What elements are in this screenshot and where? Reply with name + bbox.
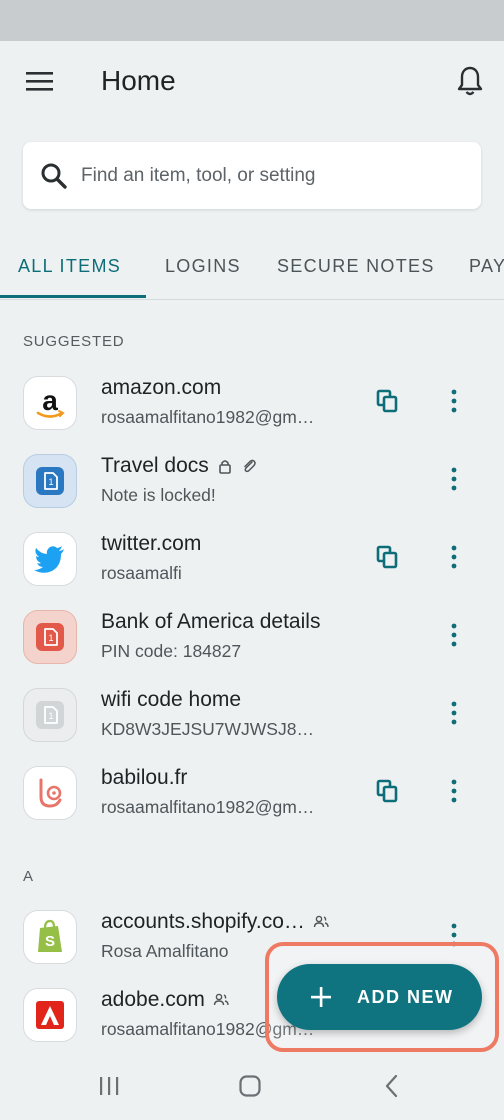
app-bar: Home bbox=[0, 41, 504, 121]
list-item-travel-docs[interactable]: 1 Travel docs Note is locked! bbox=[0, 448, 504, 526]
more-options-button[interactable] bbox=[440, 383, 468, 419]
item-subtitle: rosaamalfitano1982@gm… bbox=[101, 797, 315, 817]
tab-payments[interactable]: PAY bbox=[469, 240, 504, 298]
home-icon bbox=[239, 1075, 261, 1097]
secure-note-gray-icon: 1 bbox=[23, 688, 77, 742]
item-subtitle: KD8W3JEJSU7WJWSJ8… bbox=[101, 719, 314, 739]
shopify-logo-icon: S bbox=[23, 910, 77, 964]
back-icon bbox=[385, 1074, 398, 1098]
item-subtitle: Note is locked! bbox=[101, 485, 216, 505]
hamburger-menu-icon bbox=[26, 72, 53, 91]
tab-all-items[interactable]: ALL ITEMS bbox=[18, 240, 121, 298]
item-title: babilou.fr bbox=[101, 766, 188, 789]
tab-bar: ALL ITEMS LOGINS SECURE NOTES PAY bbox=[0, 240, 504, 300]
more-vertical-icon bbox=[451, 545, 457, 569]
more-options-button[interactable] bbox=[440, 539, 468, 575]
copy-button[interactable] bbox=[372, 775, 402, 807]
copy-icon bbox=[376, 389, 398, 413]
more-options-button[interactable] bbox=[440, 773, 468, 809]
item-subtitle: rosaamalfitano1982@gm… bbox=[101, 407, 315, 427]
svg-text:1: 1 bbox=[48, 633, 53, 643]
secure-note-blue-icon: 1 bbox=[23, 454, 77, 508]
item-subtitle: Rosa Amalfitano bbox=[101, 941, 229, 961]
more-vertical-icon bbox=[451, 389, 457, 413]
twitter-logo-icon bbox=[23, 532, 77, 586]
list-item-bank-of-america[interactable]: 1 Bank of America details PIN code: 1848… bbox=[0, 604, 504, 682]
list-item-amazon[interactable]: a amazon.com rosaamalfitano1982@gm… bbox=[0, 370, 504, 448]
plus-icon bbox=[311, 987, 331, 1007]
more-vertical-icon bbox=[451, 701, 457, 725]
recent-apps-button[interactable] bbox=[91, 1071, 127, 1101]
item-title: Travel docs bbox=[101, 454, 209, 477]
search-input[interactable] bbox=[81, 142, 471, 209]
list-item-wifi-code[interactable]: 1 wifi code home KD8W3JEJSU7WJWSJ8… bbox=[0, 682, 504, 760]
item-title: Bank of America details bbox=[101, 610, 321, 633]
attachment-icon bbox=[244, 459, 256, 473]
item-title: amazon.com bbox=[101, 376, 222, 399]
page-title: Home bbox=[101, 65, 176, 96]
copy-button[interactable] bbox=[372, 385, 402, 417]
add-new-button[interactable]: ADD NEW bbox=[277, 964, 482, 1030]
more-options-button[interactable] bbox=[440, 617, 468, 653]
shared-users-icon bbox=[213, 993, 229, 1006]
item-title: wifi code home bbox=[101, 688, 242, 711]
copy-icon bbox=[376, 545, 398, 569]
section-header-a: A bbox=[23, 868, 34, 885]
more-vertical-icon bbox=[451, 779, 457, 803]
list-item-babilou[interactable]: babilou.fr rosaamalfitano1982@gm… bbox=[0, 760, 504, 838]
more-options-button[interactable] bbox=[440, 461, 468, 497]
secure-note-red-icon: 1 bbox=[23, 610, 77, 664]
copy-icon bbox=[376, 779, 398, 803]
menu-button[interactable] bbox=[22, 63, 58, 99]
system-navigation-bar bbox=[0, 1053, 504, 1120]
bell-icon bbox=[457, 66, 483, 96]
list-item-twitter[interactable]: twitter.com rosaamalfi bbox=[0, 526, 504, 604]
add-new-label: ADD NEW bbox=[357, 986, 454, 1007]
item-subtitle: PIN code: 184827 bbox=[101, 641, 242, 661]
svg-text:1: 1 bbox=[48, 711, 53, 721]
lock-icon bbox=[218, 460, 231, 474]
amazon-logo-icon: a bbox=[23, 376, 77, 430]
more-vertical-icon bbox=[451, 623, 457, 647]
item-title: accounts.shopify.co… bbox=[101, 910, 305, 933]
copy-button[interactable] bbox=[372, 541, 402, 573]
item-title: adobe.com bbox=[101, 988, 205, 1011]
notifications-button[interactable] bbox=[450, 63, 490, 99]
recent-apps-icon bbox=[100, 1077, 119, 1095]
search-icon bbox=[41, 163, 67, 189]
status-bar bbox=[0, 0, 504, 41]
more-vertical-icon bbox=[451, 467, 457, 491]
shared-users-icon bbox=[313, 915, 329, 928]
more-options-button[interactable] bbox=[440, 695, 468, 731]
back-button[interactable] bbox=[374, 1071, 410, 1101]
active-tab-indicator bbox=[0, 295, 146, 298]
tab-secure-notes[interactable]: SECURE NOTES bbox=[277, 240, 435, 298]
home-button[interactable] bbox=[232, 1071, 268, 1101]
section-header-suggested: SUGGESTED bbox=[23, 333, 125, 350]
svg-text:a: a bbox=[42, 385, 58, 416]
svg-text:1: 1 bbox=[48, 477, 53, 487]
babilou-logo-icon bbox=[23, 766, 77, 820]
item-title: twitter.com bbox=[101, 532, 202, 555]
item-subtitle: rosaamalfi bbox=[101, 563, 182, 583]
adobe-logo-icon bbox=[23, 988, 77, 1042]
search-box[interactable] bbox=[23, 142, 481, 209]
tab-logins[interactable]: LOGINS bbox=[165, 240, 241, 298]
svg-text:S: S bbox=[45, 933, 55, 950]
